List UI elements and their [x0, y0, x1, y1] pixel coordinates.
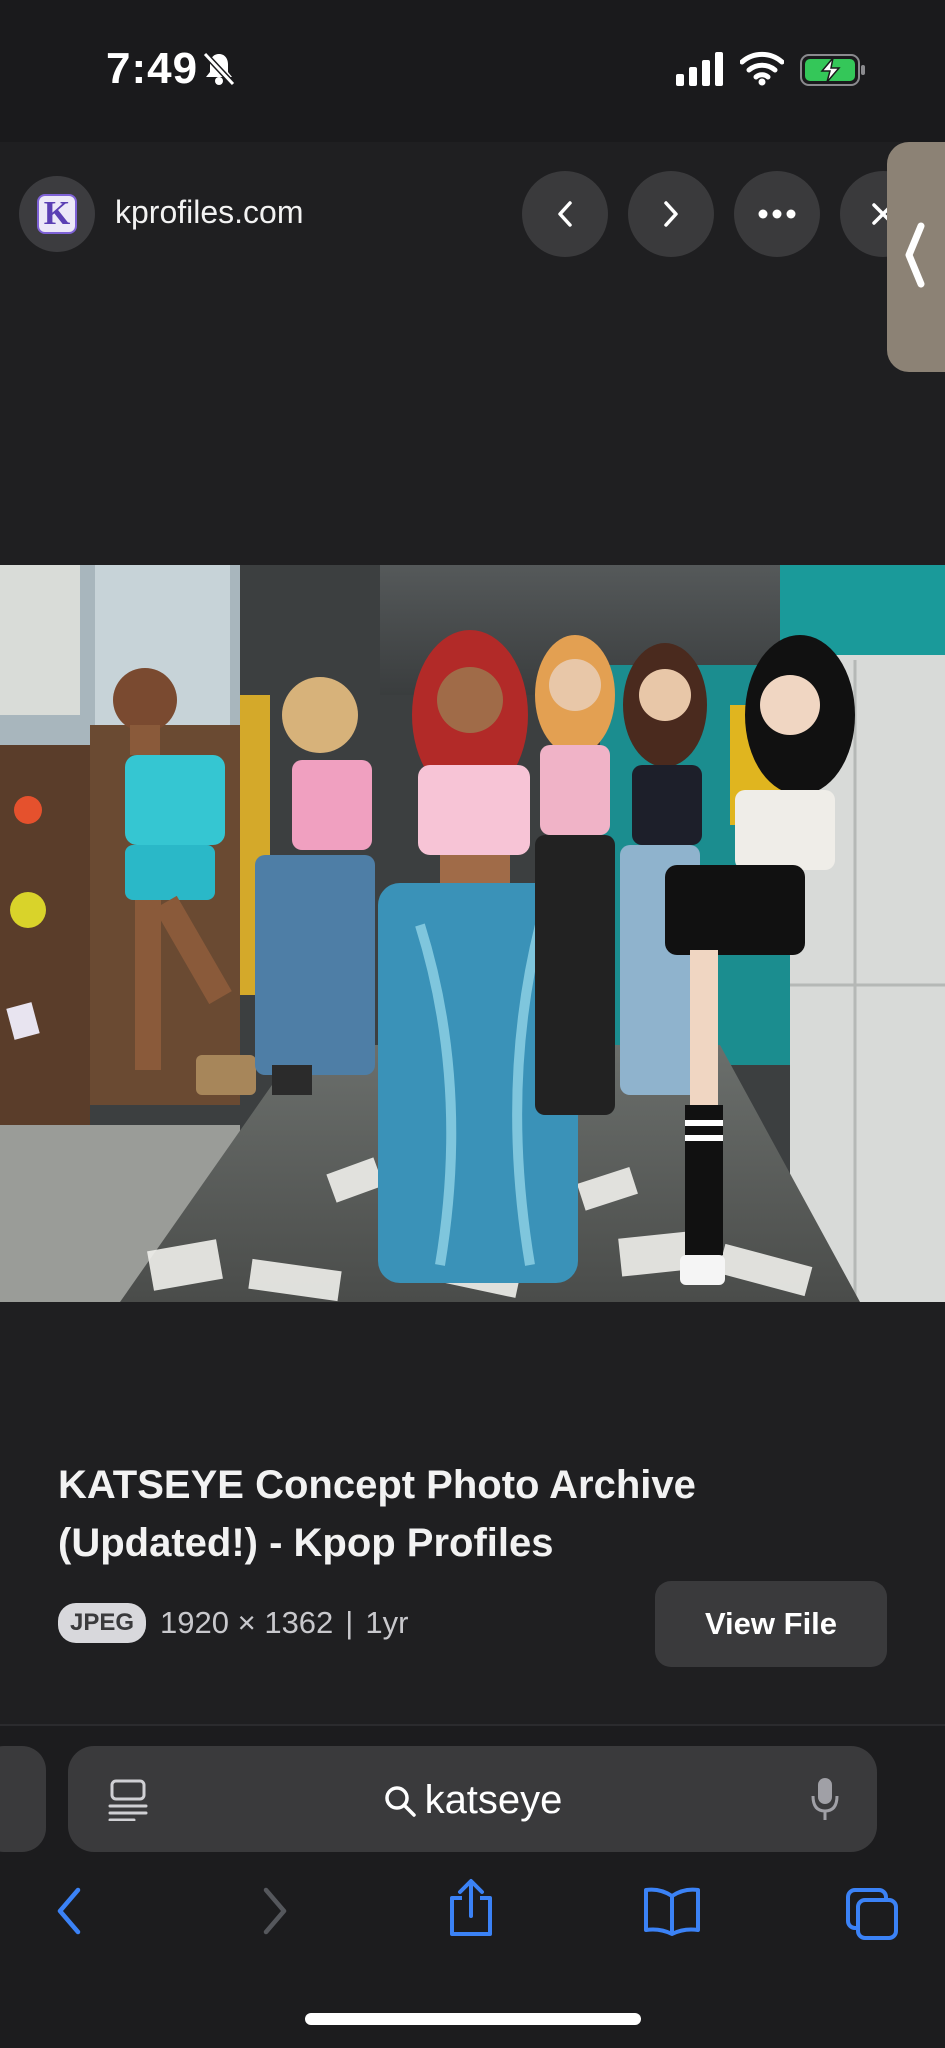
address-bar[interactable]: katseye	[68, 1746, 877, 1852]
search-result-image[interactable]	[0, 565, 945, 1302]
wifi-icon	[740, 51, 784, 86]
tabs-button[interactable]	[844, 1886, 900, 1940]
status-bar: 7:49	[0, 0, 945, 142]
home-indicator[interactable]	[305, 2013, 641, 2025]
format-badge: JPEG	[58, 1603, 147, 1643]
search-query-display[interactable]: katseye	[68, 1778, 877, 1823]
battery-charging-icon	[800, 54, 865, 86]
forward-button[interactable]	[258, 1886, 292, 1936]
chevron-right-icon	[664, 201, 678, 227]
silent-bell-icon	[202, 51, 236, 87]
chevron-left-icon	[558, 201, 572, 227]
status-time: 7:49	[106, 44, 199, 93]
image-title[interactable]: KATSEYE Concept Photo Archive (Updated!)…	[58, 1456, 838, 1572]
search-icon	[384, 1785, 416, 1817]
cellular-signal-icon	[676, 52, 723, 86]
share-button[interactable]	[446, 1878, 496, 1938]
view-file-button[interactable]: View File	[655, 1581, 887, 1667]
metadata-separator: |	[345, 1605, 354, 1640]
browser-bottom-bar: katseye	[0, 1726, 945, 2048]
chevron-left-icon	[905, 222, 925, 288]
more-options-button[interactable]	[734, 171, 820, 257]
favicon-letter: K	[37, 194, 77, 234]
next-image-button[interactable]	[628, 171, 714, 257]
side-panel-handle[interactable]	[887, 142, 945, 372]
image-dimensions: 1920 × 1362	[160, 1605, 334, 1640]
image-age: 1yr	[365, 1605, 409, 1640]
image-viewer-toolbar: K kprofiles.com	[0, 142, 945, 282]
microphone-icon[interactable]	[810, 1776, 840, 1822]
previous-tab-edge[interactable]	[0, 1746, 46, 1852]
image-metadata: JPEG 1920 × 1362 | 1yr	[58, 1602, 408, 1644]
site-favicon[interactable]: K	[19, 176, 95, 252]
back-button[interactable]	[52, 1886, 86, 1936]
group-photo-image	[0, 565, 945, 1302]
site-name[interactable]: kprofiles.com	[115, 194, 304, 231]
previous-image-button[interactable]	[522, 171, 608, 257]
search-query-text: katseye	[424, 1778, 563, 1822]
ellipsis-icon	[758, 209, 796, 219]
bookmarks-button[interactable]	[642, 1886, 702, 1936]
